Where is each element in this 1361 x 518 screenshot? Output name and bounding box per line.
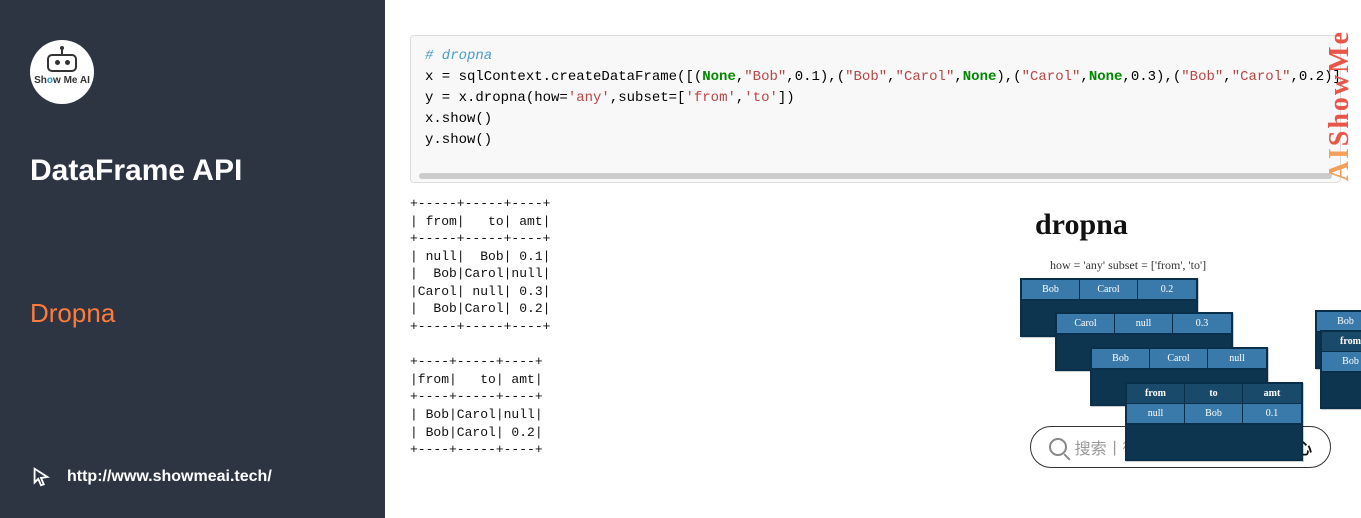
- cursor-icon: [30, 466, 52, 488]
- table-cell: null: [1127, 404, 1185, 424]
- table-cell: Carol: [1150, 349, 1208, 369]
- data-table: fromtoamtBobCarolnull: [1320, 330, 1361, 409]
- table-cell: null: [1208, 349, 1266, 369]
- viz-title: dropna: [1035, 208, 1128, 242]
- table-cell: Bob: [1322, 352, 1361, 372]
- table-cell: Bob: [1092, 349, 1150, 369]
- table-header-cell: to: [1185, 384, 1243, 404]
- table-cell: null: [1115, 314, 1173, 334]
- code-block: # dropna x = sqlContext.createDataFrame(…: [410, 35, 1341, 183]
- robot-icon: [47, 54, 77, 72]
- main-content: # dropna x = sqlContext.createDataFrame(…: [385, 0, 1361, 518]
- footer: http://www.showmeai.tech/: [30, 466, 272, 488]
- page-title: DataFrame API: [30, 154, 355, 188]
- table-header-cell: from: [1127, 384, 1185, 404]
- url-text: http://www.showmeai.tech/: [67, 468, 272, 486]
- data-table: fromtoamt nullBob0.1: [1125, 382, 1303, 461]
- search-icon: [1049, 438, 1067, 456]
- table-cell: Bob: [1317, 312, 1361, 332]
- table-cell: 0.2: [1138, 280, 1196, 300]
- table-cell: Bob: [1022, 280, 1080, 300]
- table-cell: 0.1: [1243, 404, 1301, 424]
- table-cell: 0.3: [1173, 314, 1231, 334]
- table-cell: Bob: [1185, 404, 1243, 424]
- viz-subtitle: how = 'any' subset = ['from', 'to']: [1050, 258, 1206, 273]
- page-subtitle: Dropna: [30, 298, 355, 329]
- sidebar: Show Me AI DataFrame API Dropna http://w…: [0, 0, 385, 518]
- table-header-cell: amt: [1243, 384, 1301, 404]
- logo: Show Me AI: [30, 40, 94, 104]
- table-cell: Carol: [1057, 314, 1115, 334]
- table-cell: Carol: [1080, 280, 1138, 300]
- watermark: AIShowMe: [1324, 30, 1356, 181]
- table-header-cell: from: [1322, 332, 1361, 352]
- logo-text: Show Me AI: [34, 75, 90, 86]
